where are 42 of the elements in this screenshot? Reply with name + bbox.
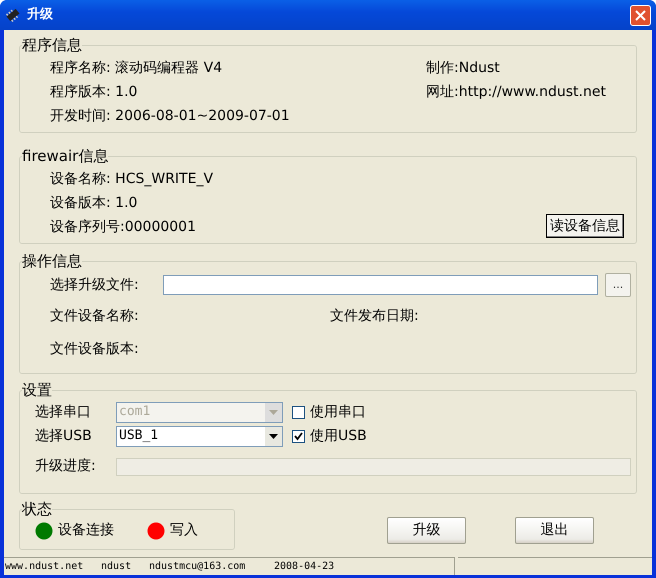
- field-label: 文件设备名称:: [50, 306, 140, 326]
- field-label: 文件设备版本:: [50, 340, 139, 358]
- info-text: 设备名称: HCS_WRITE_V: [50, 170, 214, 189]
- checkbox-label: 使用USB: [310, 426, 367, 446]
- close-button[interactable]: [630, 4, 651, 26]
- status-led-icon: [147, 522, 165, 540]
- select-value: USB_1: [118, 427, 160, 446]
- group-title: 状态: [22, 501, 52, 517]
- info-text: 设备版本: 1.0: [50, 194, 138, 213]
- group-title: 操作信息: [22, 253, 82, 269]
- read-device-button[interactable]: 读设备信息: [546, 214, 624, 238]
- status-text: ndustmcu@163.com: [149, 560, 246, 574]
- dialog-button[interactable]: 退出: [515, 517, 594, 544]
- info-text: 程序版本: 1.0: [50, 83, 138, 102]
- checkbox-label: 使用串口: [310, 402, 366, 422]
- file-path-field[interactable]: [163, 275, 598, 295]
- status-text: www.ndust.net: [5, 560, 84, 574]
- info-text: 制作:Ndust: [426, 59, 501, 78]
- info-text: 开发时间: 2006-08-01~2009-07-01: [50, 107, 291, 126]
- select-value: com1: [118, 403, 152, 422]
- info-text: 设备序列号:00000001: [50, 218, 197, 237]
- info-text: 程序名称: 滚动码编程器 V4: [50, 59, 224, 78]
- window-title: 升级: [27, 6, 53, 24]
- field-label: 选择USB: [35, 426, 93, 446]
- status-led-icon: [35, 522, 53, 540]
- group-title: 设置: [22, 382, 52, 398]
- dialog-button[interactable]: 升级: [387, 517, 466, 544]
- group-title: 程序信息: [22, 37, 82, 53]
- status-text: 2008-04-23: [274, 560, 334, 574]
- field-label: 文件发布日期:: [330, 306, 419, 326]
- checkbox[interactable]: [292, 430, 305, 442]
- field-label: 升级进度:: [35, 457, 97, 476]
- group-title: firewair信息: [22, 148, 108, 164]
- field-label: 选择串口: [35, 402, 92, 422]
- status-label: 写入: [170, 521, 198, 540]
- port-select[interactable]: USB_1: [116, 426, 283, 446]
- field-label: 选择升级文件:: [50, 276, 140, 294]
- browse-button[interactable]: ...: [605, 273, 631, 297]
- status-label: 设备连接: [58, 521, 114, 540]
- status-text: ndust: [101, 560, 132, 574]
- close-icon: [635, 10, 646, 20]
- info-text: 网址:http://www.ndust.net: [426, 83, 606, 102]
